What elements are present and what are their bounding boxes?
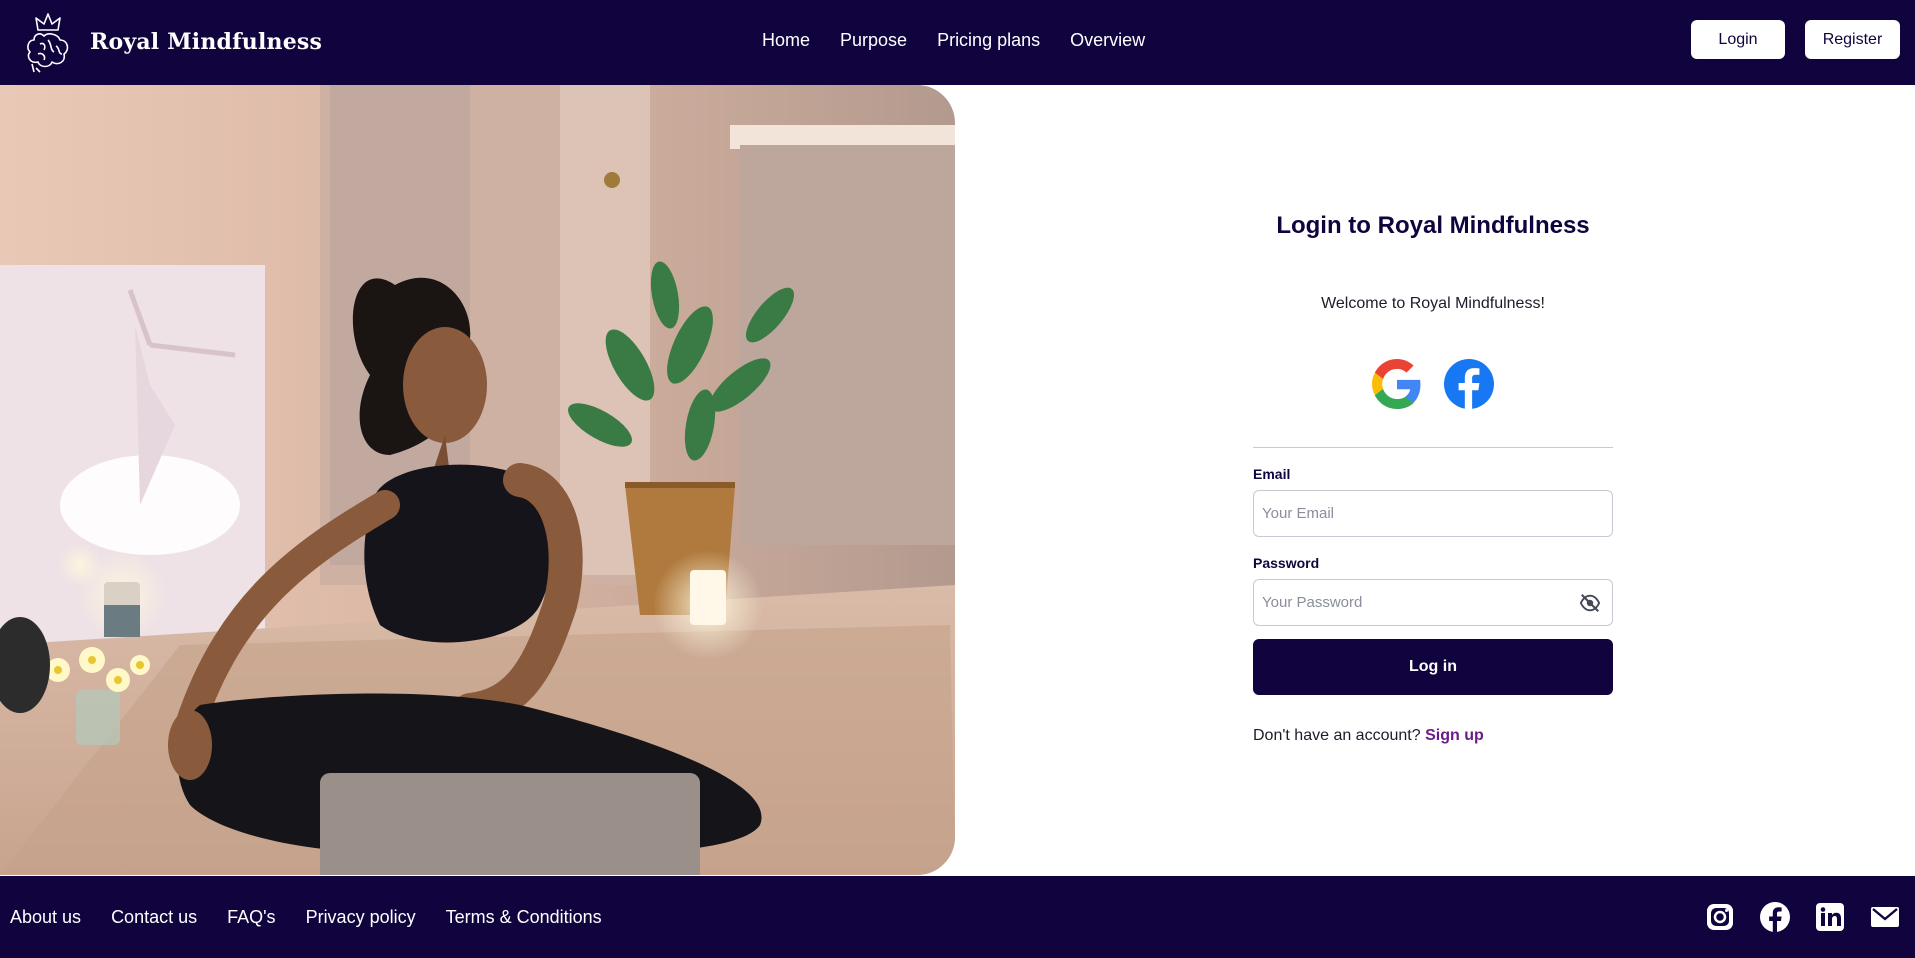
signup-row: Don't have an account? Sign up [1253,727,1484,745]
footer-privacy-policy[interactable]: Privacy policy [306,907,416,928]
email-input[interactable] [1253,490,1613,537]
nav-overview[interactable]: Overview [1070,30,1145,51]
footer: About us Contact us FAQ's Privacy policy… [0,876,1915,958]
nav-home[interactable]: Home [762,30,810,51]
brain-crown-logo-icon [27,13,69,73]
eye-off-icon[interactable] [1579,592,1601,614]
main-nav: Home Purpose Pricing plans Overview [762,0,1145,80]
signup-prompt: Don't have an account? [1253,727,1421,744]
log-in-button[interactable]: Log in [1253,639,1613,695]
hero-photo [0,85,955,875]
header-register-button[interactable]: Register [1805,20,1900,59]
password-label: Password [1253,555,1320,571]
brand[interactable]: Royal Mindfulness [22,8,322,76]
linkedin-icon[interactable] [1814,901,1846,933]
facebook-icon[interactable] [1444,359,1494,409]
footer-terms-conditions[interactable]: Terms & Conditions [446,907,602,928]
login-title: Login to Royal Mindfulness [1276,212,1590,239]
signup-link[interactable]: Sign up [1425,727,1484,744]
footer-social-icons [1704,876,1901,958]
email-label: Email [1253,466,1291,482]
footer-links: About us Contact us FAQ's Privacy policy… [10,876,602,958]
instagram-icon[interactable] [1704,901,1736,933]
brand-name: Royal Mindfulness [90,29,323,55]
google-icon[interactable] [1372,359,1422,409]
nav-pricing-plans[interactable]: Pricing plans [937,30,1040,51]
footer-about-us[interactable]: About us [10,907,81,928]
top-navbar: Royal Mindfulness Home Purpose Pricing p… [0,0,1915,85]
facebook-icon[interactable] [1759,901,1791,933]
welcome-text: Welcome to Royal Mindfulness! [1321,295,1545,312]
footer-faqs[interactable]: FAQ's [227,907,275,928]
header-login-button[interactable]: Login [1691,20,1785,59]
footer-contact-us[interactable]: Contact us [111,907,197,928]
nav-purpose[interactable]: Purpose [840,30,907,51]
social-login [1253,359,1613,409]
mail-icon[interactable] [1869,901,1901,933]
yoga-photo-illustration [0,85,955,875]
divider [1253,447,1613,448]
password-input[interactable] [1253,579,1613,626]
